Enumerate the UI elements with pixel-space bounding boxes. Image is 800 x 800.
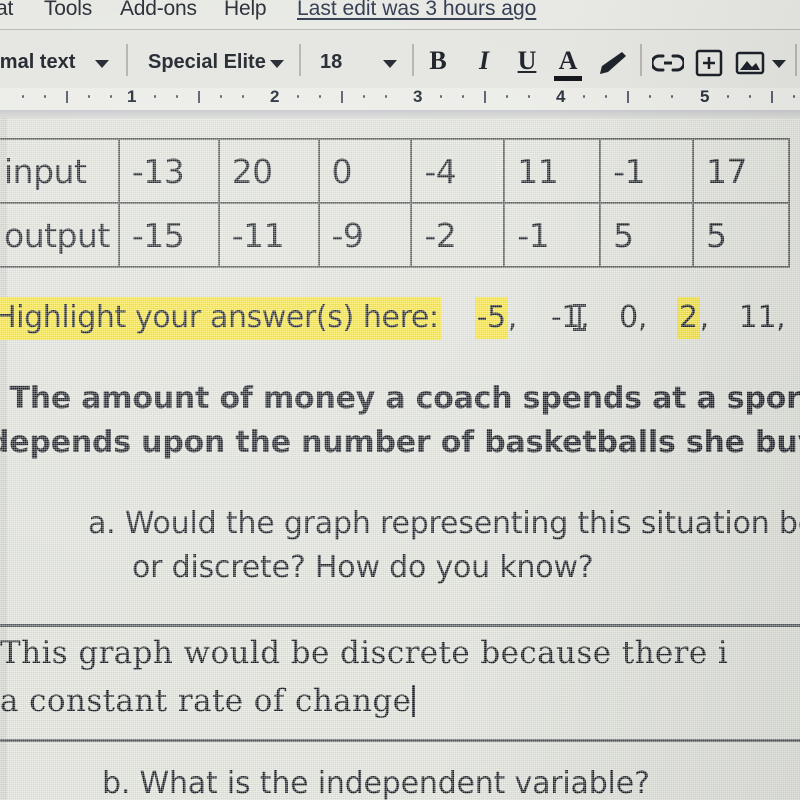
toolbar-divider <box>795 44 797 76</box>
menu-item-help[interactable]: Help <box>224 0 267 21</box>
table-cell: 5 <box>692 202 790 268</box>
input-output-table: input -13 20 0 -4 11 -1 17 output -15 -1… <box>0 138 790 268</box>
bold-icon[interactable]: B <box>424 44 452 78</box>
answer-text-line-2: a constant rate of change <box>0 683 416 719</box>
table-cell: -1 <box>599 138 695 204</box>
answer-option-4[interactable]: 2 <box>676 297 700 339</box>
insert-link-icon[interactable] <box>652 52 684 74</box>
question-2b-line-1: b. What is the independent variable? <box>102 766 650 800</box>
chevron-down-icon[interactable] <box>383 60 397 68</box>
answer-option-1[interactable]: -5 <box>474 297 508 339</box>
row-label-output: output <box>0 202 120 268</box>
highlight-prompt-text: Highlight your answer(s) here: <box>0 297 441 340</box>
text-color-swatch <box>554 76 582 81</box>
table-cell: 11 <box>503 138 602 204</box>
question-2-line-1: . The amount of money a coach spends at … <box>0 381 800 416</box>
answer-comma: , <box>507 300 518 335</box>
table-row: input -13 20 0 -4 11 -1 17 <box>0 138 790 204</box>
answer-option-5[interactable]: 11 <box>739 300 777 335</box>
answer-text: a constant rate of change <box>0 683 412 719</box>
font-size-input[interactable]: 18 <box>320 51 342 74</box>
toolbar-divider <box>412 44 414 76</box>
italic-icon[interactable]: I <box>470 44 498 78</box>
document-ruler[interactable]: 1 2 3 4 5 <box>0 88 800 118</box>
ruler-number: 3 <box>413 88 423 106</box>
table-cell: -4 <box>410 138 506 204</box>
paragraph-style-dropdown[interactable]: rmal text <box>0 51 75 74</box>
text-color-icon[interactable]: A <box>554 44 582 81</box>
ruler-number: 5 <box>700 88 710 106</box>
document-page[interactable]: input -13 20 0 -4 11 -1 17 output -15 -1… <box>0 118 800 800</box>
answer-text-line-1: This graph would be discrete because the… <box>0 635 729 671</box>
row-label-input: input <box>0 138 120 204</box>
answer-comma: , <box>699 300 710 335</box>
table-cell: -11 <box>217 202 320 268</box>
question-2a-line-2: or discrete? How do you know? <box>132 550 594 585</box>
table-cell: -2 <box>410 202 506 268</box>
answer-comma: , <box>776 300 786 335</box>
ruler-number: 4 <box>556 88 566 106</box>
toolbar-divider <box>640 44 642 76</box>
ruler-shadow <box>0 110 800 118</box>
table-cell: -1 <box>503 202 602 268</box>
table-cell: 20 <box>217 138 320 204</box>
chevron-down-icon[interactable] <box>772 60 786 68</box>
table-row: output -15 -11 -9 -2 -1 5 5 <box>0 202 790 268</box>
ruler-number: 1 <box>127 88 137 106</box>
ruler-number: 2 <box>270 88 280 106</box>
ruler-strip: 1 2 3 4 5 <box>0 88 800 111</box>
table-cell: -13 <box>117 138 220 204</box>
toolbar-divider <box>126 44 128 76</box>
highlight-pen-icon[interactable] <box>594 50 628 76</box>
chevron-down-icon[interactable] <box>270 60 284 68</box>
menu-item-format[interactable]: at <box>0 0 13 21</box>
chevron-down-icon[interactable] <box>95 60 109 68</box>
font-family-dropdown[interactable]: Special Elite <box>148 51 266 74</box>
table-cell: -9 <box>317 202 413 268</box>
highlight-answer-line[interactable]: Highlight your answer(s) here: -5, -1, 0, 2,… <box>0 297 786 340</box>
question-2a-line-1: a. Would the graph representing this sit… <box>88 506 800 541</box>
menu-bar: at Tools Add-ons Help Last edit was 3 ho… <box>0 0 800 30</box>
last-edit-link[interactable]: Last edit was 3 hours ago <box>297 0 536 21</box>
text-color-letter: A <box>558 46 578 75</box>
insert-image-icon[interactable] <box>735 50 765 76</box>
mouse-text-cursor-icon <box>573 304 586 331</box>
table-cell: -15 <box>117 202 220 268</box>
text-caret <box>412 685 416 717</box>
menu-item-tools[interactable]: Tools <box>44 0 92 21</box>
table-cell: 17 <box>692 138 790 204</box>
table-cell: 0 <box>317 138 413 204</box>
formatting-toolbar: rmal text Special Elite 18 B I U A <box>0 30 800 88</box>
toolbar-divider <box>299 44 301 76</box>
student-answer-cell[interactable]: This graph would be discrete because the… <box>0 624 800 742</box>
answer-option-3[interactable]: 0 <box>619 300 638 335</box>
table-cell: 5 <box>599 202 695 268</box>
question-2-line-2: depends upon the number of basketballs s… <box>0 425 800 460</box>
google-docs-screenshot: at Tools Add-ons Help Last edit was 3 ho… <box>0 0 800 800</box>
menu-item-add-ons[interactable]: Add-ons <box>120 0 197 21</box>
answer-comma: , <box>637 300 648 335</box>
add-comment-icon[interactable] <box>695 49 723 77</box>
underline-icon[interactable]: U <box>513 44 541 78</box>
